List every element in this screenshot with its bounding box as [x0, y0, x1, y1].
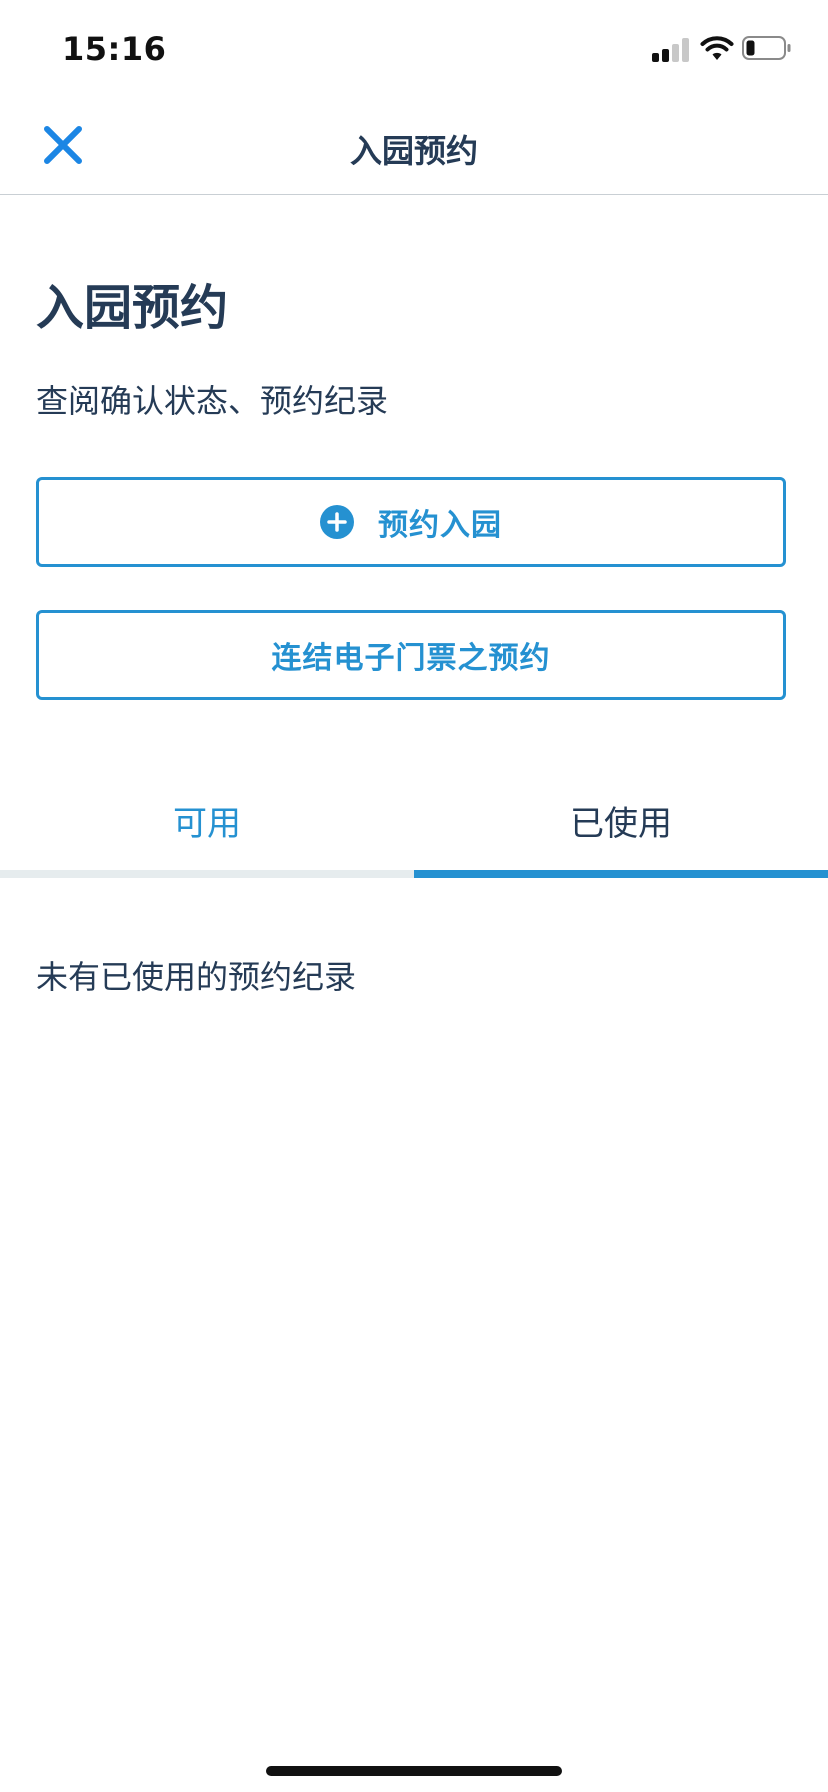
- page-subtitle: 查阅确认状态、预约纪录: [36, 382, 389, 420]
- plus-circle-icon: [320, 505, 354, 539]
- link-e-ticket-button[interactable]: 连结电子门票之预约: [36, 610, 786, 700]
- battery-icon: [742, 36, 791, 60]
- link-e-ticket-label: 连结电子门票之预约: [271, 641, 551, 676]
- tab-active-indicator: [414, 870, 828, 878]
- home-indicator[interactable]: [266, 1766, 562, 1776]
- cellular-signal-icon: [652, 38, 692, 62]
- tab-used[interactable]: 已使用: [414, 770, 828, 870]
- tab-available[interactable]: 可用: [0, 770, 414, 870]
- reserve-entry-button[interactable]: 预约入园: [36, 477, 786, 567]
- wifi-icon: [700, 36, 734, 60]
- nav-title: 入园预约: [349, 132, 478, 170]
- status-time: 15:16: [62, 30, 167, 68]
- empty-state-message: 未有已使用的预约纪录: [36, 958, 357, 996]
- nav-bar: 入园预约: [0, 98, 828, 195]
- page-title: 入园预约: [36, 280, 229, 336]
- status-bar: 15:16: [0, 0, 828, 98]
- reservation-tabs: 可用 已使用: [0, 770, 828, 878]
- reserve-entry-label: 预约入园: [378, 508, 502, 543]
